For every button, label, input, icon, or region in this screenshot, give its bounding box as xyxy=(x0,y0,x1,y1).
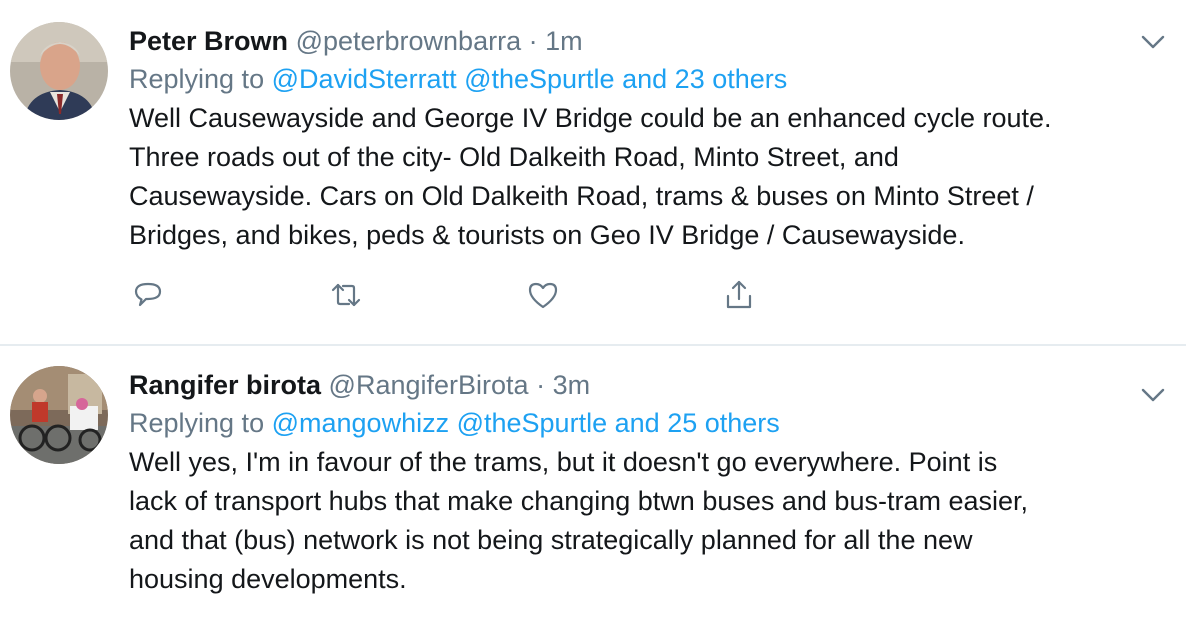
reply-icon[interactable] xyxy=(131,278,165,312)
replying-others-link[interactable]: 25 others xyxy=(667,408,780,438)
tweet-text-line: lack of transport hubs that make changin… xyxy=(129,486,1029,516)
timestamp[interactable]: 3m xyxy=(553,370,591,400)
replying-prefix: Replying to xyxy=(129,408,265,438)
tweet[interactable]: Peter Brown @peterbrownbarra · 1m Replyi… xyxy=(0,0,1186,346)
tweet-header: Peter Brown @peterbrownbarra · 1m xyxy=(129,22,1146,60)
tweet-content: Peter Brown @peterbrownbarra · 1m Replyi… xyxy=(129,22,1146,255)
author-handle[interactable]: @peterbrownbarra xyxy=(296,26,522,56)
tweet[interactable]: Rangifer birota @RangiferBirota · 3m Rep… xyxy=(0,346,1186,628)
author-handle[interactable]: @RangiferBirota xyxy=(329,370,529,400)
replying-to: Replying to @mangowhizz @theSpurtle and … xyxy=(129,404,1146,442)
tweet-text-line: Well yes, I'm in favour of the trams, bu… xyxy=(129,447,998,477)
like-icon[interactable] xyxy=(526,278,560,312)
retweet-icon[interactable] xyxy=(329,278,363,312)
replying-users-link[interactable]: @mangowhizz @theSpurtle xyxy=(272,408,607,438)
author-name[interactable]: Peter Brown xyxy=(129,26,288,56)
chevron-down-icon[interactable] xyxy=(1138,380,1168,410)
replying-conjunction[interactable]: and xyxy=(622,64,667,94)
tweet-text-line: and that (bus) network is not being stra… xyxy=(129,525,973,555)
separator-dot: · xyxy=(536,370,546,400)
chevron-down-icon[interactable] xyxy=(1138,27,1168,57)
separator-dot: · xyxy=(528,26,538,56)
tweet-header: Rangifer birota @RangiferBirota · 3m xyxy=(129,366,1146,404)
author-name[interactable]: Rangifer birota xyxy=(129,370,321,400)
tweet-text-line: Well Causewayside and George IV Bridge c… xyxy=(129,103,1052,133)
share-icon[interactable] xyxy=(722,278,756,312)
avatar[interactable] xyxy=(10,366,108,464)
timestamp[interactable]: 1m xyxy=(545,26,583,56)
tweet-text-line: Causewayside. Cars on Old Dalkeith Road,… xyxy=(129,181,1034,211)
avatar[interactable] xyxy=(10,22,108,120)
tweet-actions xyxy=(131,278,771,314)
replying-prefix: Replying to xyxy=(129,64,265,94)
tweet-text: Well yes, I'm in favour of the trams, bu… xyxy=(129,443,1146,599)
replying-to: Replying to @DavidSterratt @theSpurtle a… xyxy=(129,60,1146,98)
tweet-text: Well Causewayside and George IV Bridge c… xyxy=(129,99,1146,255)
replying-others-link[interactable]: 23 others xyxy=(675,64,788,94)
tweet-text-line: housing developments. xyxy=(129,564,407,594)
replying-users-link[interactable]: @DavidSterratt @theSpurtle xyxy=(272,64,615,94)
tweet-text-line: Bridges, and bikes, peds & tourists on G… xyxy=(129,220,965,250)
replying-conjunction[interactable]: and xyxy=(615,408,660,438)
tweet-text-line: Three roads out of the city- Old Dalkeit… xyxy=(129,142,899,172)
tweet-content: Rangifer birota @RangiferBirota · 3m Rep… xyxy=(129,366,1146,599)
